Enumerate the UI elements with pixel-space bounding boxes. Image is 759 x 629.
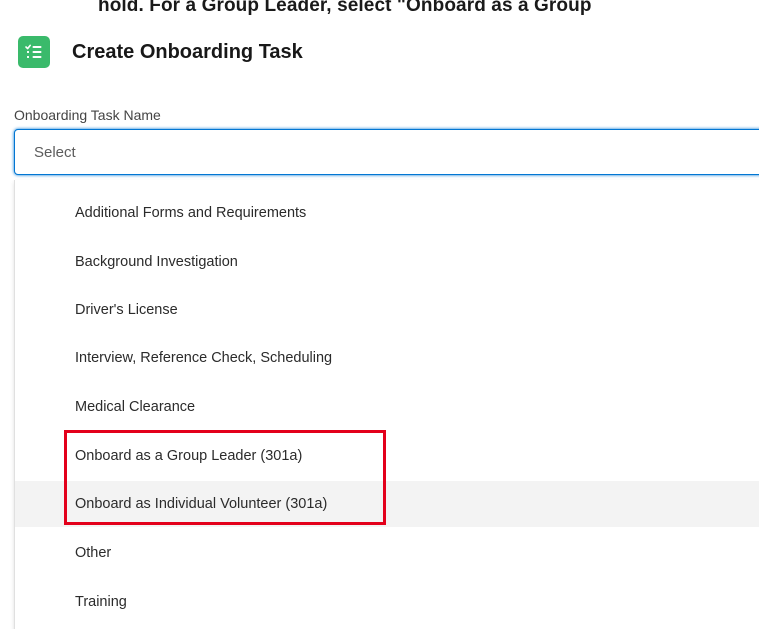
option-interview-reference-check[interactable]: Interview, Reference Check, Scheduling	[15, 335, 759, 381]
task-list-icon	[18, 36, 50, 68]
option-onboard-group-leader[interactable]: Onboard as a Group Leader (301a)	[15, 433, 759, 479]
option-other[interactable]: Other	[15, 530, 759, 576]
option-training[interactable]: Training	[15, 579, 759, 625]
option-onboard-individual-volunteer[interactable]: Onboard as Individual Volunteer (301a)	[15, 481, 759, 527]
option-additional-forms[interactable]: Additional Forms and Requirements	[15, 190, 759, 236]
option-background-investigation[interactable]: Background Investigation	[15, 239, 759, 285]
screenshot-page: hold. For a Group Leader, select "Onboar…	[0, 0, 759, 629]
task-name-dropdown: Additional Forms and Requirements Backgr…	[14, 180, 759, 629]
page-title: Create Onboarding Task	[72, 40, 303, 63]
instruction-caption: hold. For a Group Leader, select "Onboar…	[98, 0, 592, 16]
task-name-label: Onboarding Task Name	[14, 107, 161, 123]
task-name-select[interactable]: Select	[14, 129, 759, 175]
option-medical-clearance[interactable]: Medical Clearance	[15, 384, 759, 430]
modal-header: Create Onboarding Task	[18, 36, 303, 68]
select-placeholder: Select	[34, 144, 76, 161]
option-drivers-license[interactable]: Driver's License	[15, 287, 759, 333]
